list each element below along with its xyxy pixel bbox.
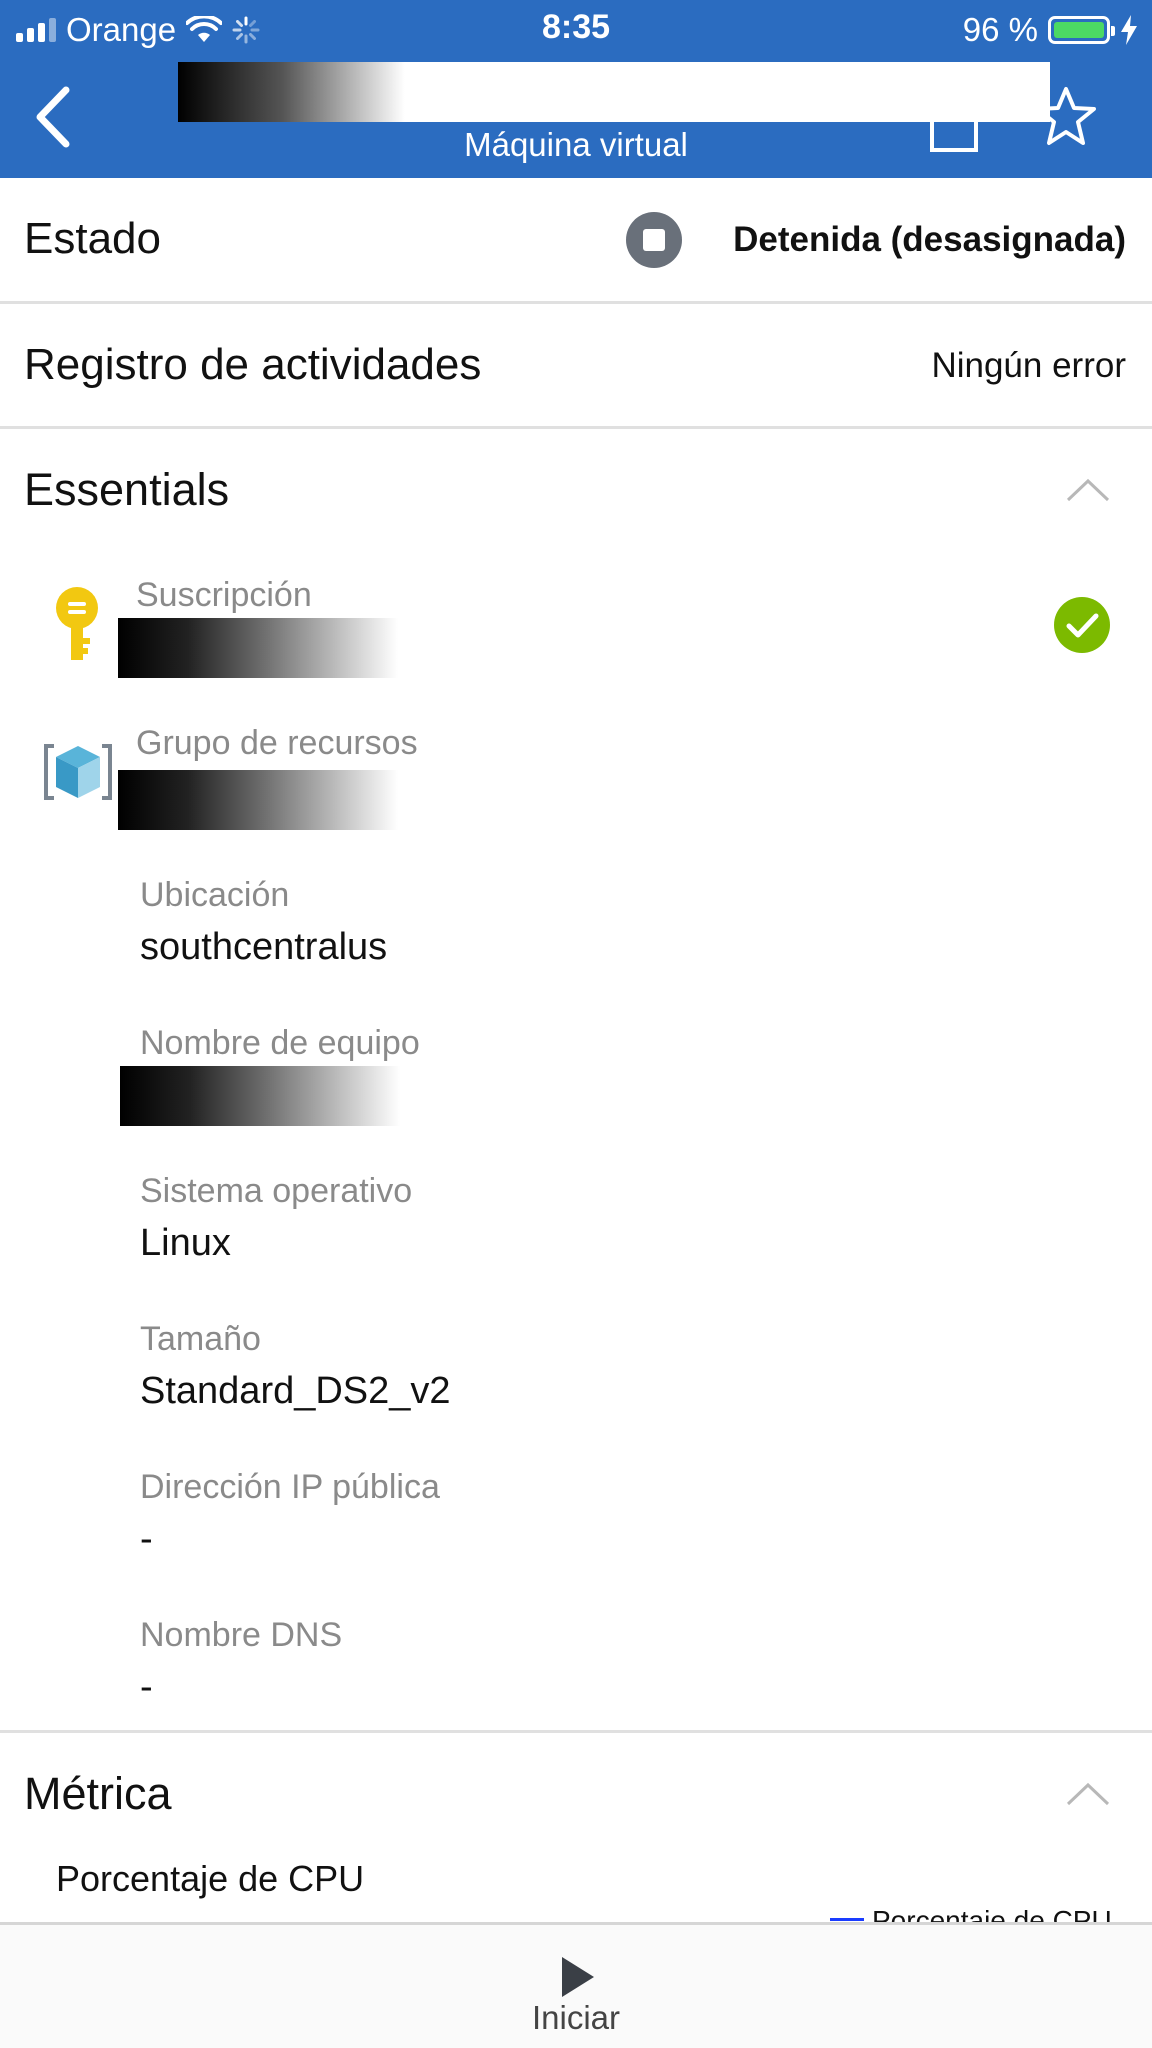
activity-log-label: Registro de actividades (24, 340, 482, 389)
metrica-title: Métrica (24, 1768, 172, 1819)
stopped-status-icon (626, 212, 682, 268)
grupo-recursos-label: Grupo de recursos (136, 724, 418, 762)
activity-log-row[interactable]: Registro de actividades Ningún error (0, 304, 1152, 429)
redacted-subscription (118, 618, 398, 678)
estado-row[interactable]: Estado Detenida (desasignada) (0, 178, 1152, 304)
essentials-collapse-chevron-icon[interactable] (1066, 478, 1110, 502)
essentials-title: Essentials (24, 464, 230, 515)
ubicacion-value: southcentralus (140, 926, 388, 968)
check-success-icon (1054, 597, 1110, 653)
key-icon (56, 587, 98, 660)
redacted-resource-group[interactable] (118, 770, 398, 830)
activity-log-value: Ningún error (931, 346, 1126, 385)
start-label: Iniciar (531, 1999, 621, 2036)
legend-swatch (830, 1918, 864, 1921)
nombre-equipo-label: Nombre de equipo (140, 1024, 420, 1062)
legend-label: Porcentaje de CPU (872, 1905, 1112, 1922)
bottom-toolbar: Iniciar (0, 1922, 1152, 2048)
suscripcion-label: Suscripción (136, 576, 312, 614)
start-button[interactable]: Iniciar (480, 1943, 672, 2043)
status-bar: Orange 8:35 96 % (0, 0, 1152, 58)
dns-value: - (140, 1666, 153, 1708)
battery-icon (1048, 16, 1115, 44)
so-label: Sistema operativo (140, 1172, 413, 1210)
share-button[interactable] (928, 104, 980, 154)
ubicacion-label: Ubicación (140, 876, 290, 914)
cpu-metric-title: Porcentaje de CPU (56, 1858, 365, 1899)
estado-value: Detenida (desasignada) (733, 220, 1126, 259)
status-bar-right: 96 % (963, 10, 1138, 50)
so-value: Linux (140, 1222, 231, 1264)
battery-percent: 96 % (962, 11, 1038, 48)
ip-value: - (140, 1518, 153, 1560)
dns-label: Nombre DNS (140, 1616, 343, 1654)
tamano-value: Standard_DS2_v2 (140, 1370, 451, 1412)
resource-group-icon (44, 744, 112, 800)
metrica-collapse-chevron-icon[interactable] (1066, 1782, 1110, 1806)
redacted-vm-name (178, 62, 1050, 122)
redacted-computer-name (120, 1066, 400, 1126)
section-divider (0, 1730, 1152, 1733)
app-header: Orange 8:35 96 % Máquina virtual (0, 0, 1152, 178)
charging-bolt-icon (1121, 15, 1137, 45)
ip-label: Dirección IP pública (140, 1468, 440, 1506)
play-icon (562, 1957, 594, 1997)
favorite-star-button[interactable] (1035, 86, 1097, 148)
estado-label: Estado (24, 214, 161, 263)
tamano-label: Tamaño (140, 1320, 261, 1358)
